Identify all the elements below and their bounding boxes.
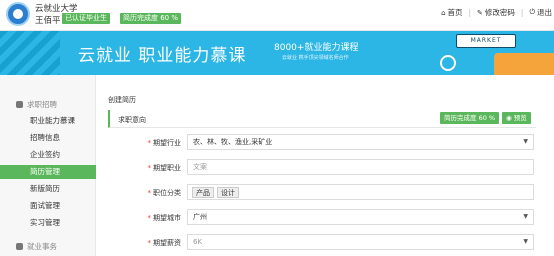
nav-divider: | xyxy=(468,8,472,17)
market-sign: MARKET xyxy=(456,34,516,48)
banner-subtitle: 云就业 携手顶尖领域名师合作 xyxy=(282,55,349,61)
field-label: * 期望城市 xyxy=(148,213,182,223)
banner-title: 云就业 职业能力慕课 xyxy=(78,46,247,66)
nav-divider: | xyxy=(520,8,524,17)
preview-button[interactable]: ◉ 预览 xyxy=(502,112,531,124)
power-icon: ⏻ xyxy=(529,8,535,16)
category-tag-select[interactable]: 产品 设计 xyxy=(187,184,534,200)
field-label-text: 期望职业 xyxy=(153,164,181,172)
exit-link[interactable]: 退出 xyxy=(537,7,552,18)
sidebar-item-new-resume[interactable]: 新版简历 xyxy=(0,182,96,196)
city-value: 广州 xyxy=(193,213,207,221)
banner-stripes xyxy=(0,31,60,75)
certified-badge: 已认证毕业生 xyxy=(62,13,110,24)
top-header: 云就业大学 王佰平 已认证毕业生 简历完成度 60 % ⌂ 首页 | ✎ 修改密… xyxy=(0,0,554,31)
required-mark: * xyxy=(147,139,152,147)
field-label-text: 期望城市 xyxy=(153,214,181,222)
sidebar-group-affairs[interactable]: 就业事务 xyxy=(16,241,57,252)
field-label-text: 期望行业 xyxy=(153,139,181,147)
industry-select[interactable]: 农、林、牧、渔业,采矿业 ▼ xyxy=(187,134,534,150)
sidebar-item-mooc[interactable]: 职业能力慕课 xyxy=(0,114,96,128)
home-icon: ⌂ xyxy=(441,8,446,17)
user-name: 王佰平 xyxy=(35,16,61,26)
form-row-salary: * 期望薪资 6K ▼ xyxy=(108,234,536,252)
sidebar: 求职招聘 职业能力慕课 招聘信息 企业签约 简历管理 新版简历 面试管理 实习管… xyxy=(0,75,96,256)
edit-icon: ✎ xyxy=(477,8,483,17)
promo-banner[interactable]: 云就业 职业能力慕课 8000+就业能力课程 云就业 携手顶尖领域名师合作 MA… xyxy=(0,31,554,75)
section-title: 求职意向 xyxy=(118,116,146,124)
occupation-input[interactable]: 文案 xyxy=(187,159,534,175)
chevron-down-icon: ▼ xyxy=(523,213,528,220)
field-label: * 期望行业 xyxy=(148,138,182,148)
sidebar-group-job[interactable]: 求职招聘 xyxy=(16,99,57,110)
sidebar-group-label: 求职招聘 xyxy=(27,100,57,109)
field-label: * 期望职业 xyxy=(148,163,182,173)
banner-decoration-ring xyxy=(440,55,456,71)
salary-value: 6K xyxy=(193,238,203,246)
required-mark: * xyxy=(147,164,152,172)
form-row-occupation: * 期望职业 文案 xyxy=(108,159,536,177)
school-logo xyxy=(6,2,30,26)
section-header: 求职意向 简历完成度 60 % ◉ 预览 xyxy=(108,110,536,128)
field-label: * 职位分类 xyxy=(148,188,182,198)
sidebar-group-label: 就业事务 xyxy=(27,242,57,251)
sidebar-item-interview[interactable]: 面试管理 xyxy=(0,199,96,213)
header-nav: ⌂ 首页 | ✎ 修改密码 | ⏻ 退出 xyxy=(441,7,552,18)
eye-icon: ◉ xyxy=(506,114,514,122)
home-link[interactable]: 首页 xyxy=(448,7,463,18)
required-mark: * xyxy=(147,239,152,247)
field-label-text: 职位分类 xyxy=(153,189,181,197)
page-root: 云就业大学 王佰平 已认证毕业生 简历完成度 60 % ⌂ 首页 | ✎ 修改密… xyxy=(0,0,554,256)
category-tag[interactable]: 设计 xyxy=(217,187,239,198)
breadcrumb: 创建简历 xyxy=(108,96,136,104)
field-label-text: 期望薪资 xyxy=(153,239,181,247)
industry-value: 农、林、牧、渔业,采矿业 xyxy=(193,138,273,146)
banner-decoration-block xyxy=(494,53,554,75)
sidebar-item-signing[interactable]: 企业签约 xyxy=(0,148,96,162)
field-label: * 期望薪资 xyxy=(148,238,182,248)
sidebar-item-internship[interactable]: 实习管理 xyxy=(0,216,96,230)
required-mark: * xyxy=(147,189,152,197)
user-icon xyxy=(16,101,23,108)
category-tag[interactable]: 产品 xyxy=(192,187,214,198)
city-select[interactable]: 广州 ▼ xyxy=(187,209,534,225)
banner-course-count: 8000+就业能力课程 xyxy=(274,43,359,53)
progress-button[interactable]: 简历完成度 60 % xyxy=(440,112,500,124)
building-icon xyxy=(16,243,23,250)
change-password-link[interactable]: 修改密码 xyxy=(485,7,515,18)
sidebar-item-resume[interactable]: 简历管理 xyxy=(0,165,96,179)
required-mark: * xyxy=(147,214,152,222)
chevron-down-icon: ▼ xyxy=(523,238,528,245)
resume-progress-badge: 简历完成度 60 % xyxy=(120,13,182,24)
form-row-city: * 期望城市 广州 ▼ xyxy=(108,209,536,227)
sidebar-item-recruitment[interactable]: 招聘信息 xyxy=(0,131,96,145)
preview-button-label: 预览 xyxy=(513,114,527,122)
chevron-down-icon: ▼ xyxy=(523,138,528,145)
form-row-industry: * 期望行业 农、林、牧、渔业,采矿业 ▼ xyxy=(108,134,536,152)
salary-select[interactable]: 6K ▼ xyxy=(187,234,534,250)
form-row-category: * 职位分类 产品 设计 xyxy=(108,184,536,202)
